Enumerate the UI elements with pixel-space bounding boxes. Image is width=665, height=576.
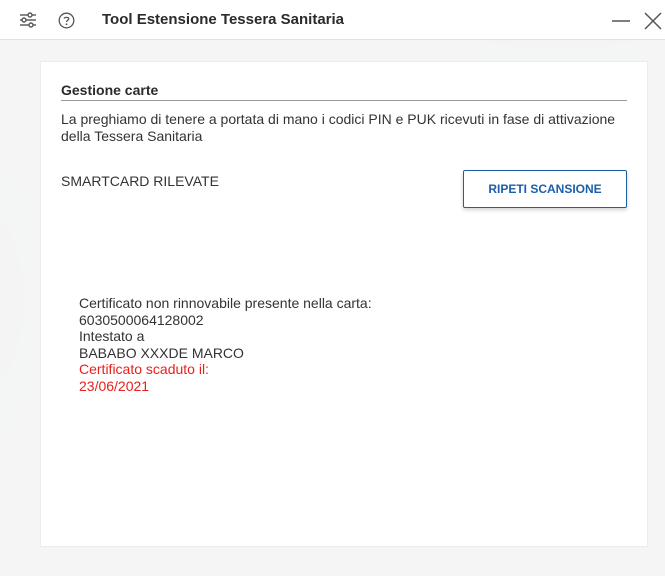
title-bar: Tool Estensione Tessera Sanitaria — [0, 0, 665, 40]
certificate-heading: Certificato non rinnovabile presente nel… — [79, 295, 372, 311]
question-circle-icon[interactable] — [58, 12, 75, 29]
instructions-text: La preghiamo di tenere a portata di mano… — [61, 111, 616, 144]
app-window: Tool Estensione Tessera Sanitaria Gestio… — [0, 0, 665, 576]
close-icon[interactable] — [643, 11, 663, 31]
minimize-icon[interactable] — [611, 11, 631, 31]
card-management-panel: Gestione carte La preghiamo di tenere a … — [40, 61, 648, 547]
window-title: Tool Estensione Tessera Sanitaria — [102, 11, 345, 28]
holder-label: Intestato a — [79, 328, 145, 344]
holder-name: BABABO XXXDE MARCO — [79, 344, 244, 361]
section-divider — [61, 100, 627, 101]
detected-cards-label: SMARTCARD RILEVATE — [61, 173, 219, 189]
certificate-info: Certificato non rinnovabile presente nel… — [79, 295, 372, 394]
sliders-icon[interactable] — [19, 12, 37, 28]
rescan-button[interactable]: RIPETI SCANSIONE — [463, 170, 627, 208]
expired-label: Certificato scaduto il: — [79, 361, 209, 377]
expired-date: 23/06/2021 — [79, 377, 150, 394]
certificate-number: 6030500064128002 — [79, 311, 204, 328]
section-title: Gestione carte — [61, 82, 159, 98]
